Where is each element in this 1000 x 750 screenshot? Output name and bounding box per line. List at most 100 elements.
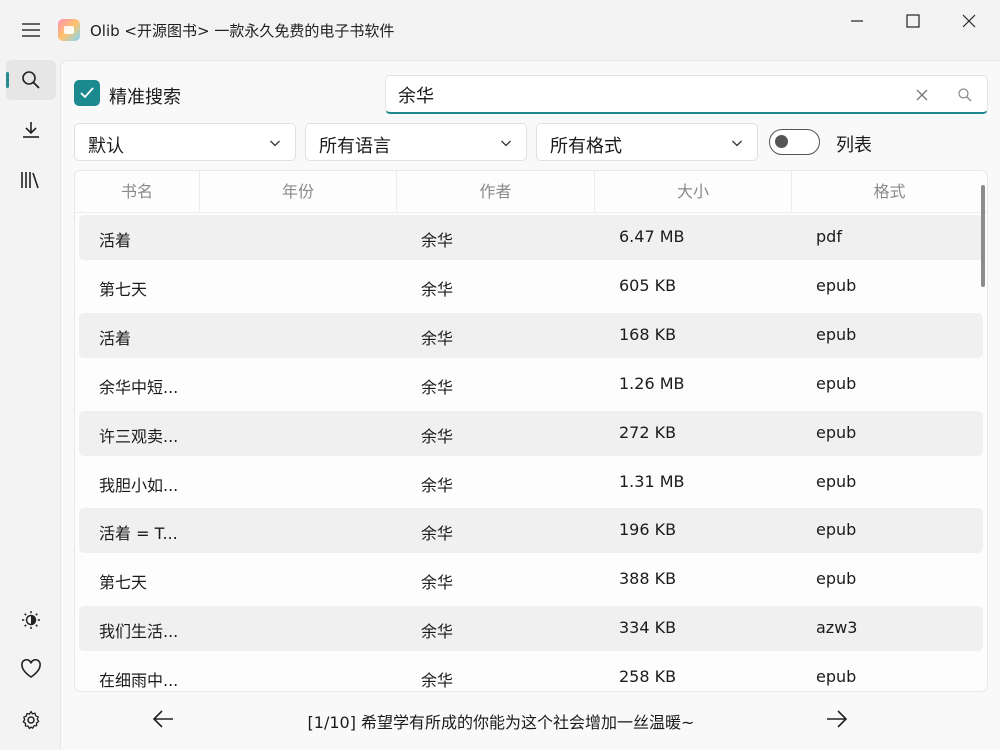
table-header: 书名 年份 作者 大小 格式	[75, 171, 987, 213]
table-scrollbar[interactable]	[981, 185, 985, 287]
sort-dropdown[interactable]: 默认	[74, 123, 296, 161]
clear-icon[interactable]	[913, 86, 931, 104]
sort-dropdown-value: 默认	[88, 136, 124, 157]
cell-name: 我胆小如...	[99, 475, 179, 495]
format-dropdown-value: 所有格式	[550, 136, 622, 157]
table-row[interactable]: 活着 余华 168 KB epub	[79, 312, 983, 358]
table-row[interactable]: 我们生活... 余华 334 KB azw3	[79, 606, 983, 652]
cell-name: 活着 = T...	[99, 524, 178, 544]
exact-search-checkbox[interactable]	[74, 80, 100, 106]
sidebar-item-downloads[interactable]	[6, 110, 56, 150]
next-page-icon[interactable]	[823, 706, 849, 732]
cell-author: 余华	[421, 426, 454, 446]
cell-format: epub	[816, 471, 857, 491]
format-dropdown[interactable]: 所有格式	[536, 123, 758, 161]
close-button[interactable]	[946, 6, 992, 36]
cell-author: 余华	[421, 671, 454, 691]
column-header-name[interactable]: 书名	[75, 171, 200, 213]
title-bar: Olib <开源图书> 一款永久免费的电子书软件	[0, 0, 1000, 60]
table-row[interactable]: 余华中短... 余华 1.26 MB epub	[79, 362, 983, 407]
footer-message: [1/10] 希望学有所成的你能为这个社会增加一丝温暖~	[307, 713, 695, 732]
window-title: Olib <开源图书> 一款永久免费的电子书软件	[90, 22, 395, 40]
cell-size: 168 KB	[619, 324, 677, 344]
cell-author: 余华	[421, 622, 454, 642]
column-header-year[interactable]: 年份	[200, 171, 397, 213]
menu-icon[interactable]	[14, 16, 48, 44]
chevron-down-icon	[269, 137, 281, 149]
search-submit-icon[interactable]	[956, 86, 974, 104]
download-icon	[21, 120, 41, 140]
results-table: 书名 年份 作者 大小 格式 活着 余华 6.47 MB pdf 第七天 余华 605 KB…	[74, 170, 988, 692]
search-box	[385, 75, 988, 114]
cell-format: epub	[816, 569, 857, 589]
cell-size: 605 KB	[619, 275, 677, 295]
checkmark-icon	[79, 86, 95, 100]
app-logo-icon	[58, 19, 80, 41]
chevron-down-icon	[731, 137, 743, 149]
table-row[interactable]: 在细雨中... 余华 258 KB epub	[79, 655, 983, 691]
sidebar	[0, 60, 60, 750]
cell-format: epub	[816, 422, 857, 442]
list-view-label: 列表	[836, 135, 872, 156]
gear-icon	[21, 710, 41, 730]
cell-format: epub	[816, 324, 857, 344]
heart-icon	[20, 659, 42, 679]
minimize-button[interactable]	[834, 6, 880, 36]
cell-name: 余华中短...	[99, 377, 179, 397]
chevron-down-icon	[500, 137, 512, 149]
cell-format: epub	[816, 667, 857, 687]
search-input[interactable]	[398, 82, 898, 108]
list-view-toggle[interactable]	[769, 129, 820, 155]
cell-author: 余华	[421, 279, 454, 299]
cell-format: epub	[816, 520, 857, 540]
sidebar-item-favorites[interactable]	[6, 649, 56, 689]
prev-page-icon[interactable]	[151, 706, 177, 732]
table-row[interactable]: 活着 = T... 余华 196 KB epub	[79, 508, 983, 554]
cell-name: 第七天	[99, 573, 148, 593]
cell-size: 196 KB	[619, 520, 677, 540]
cell-author: 余华	[421, 328, 454, 348]
exact-search-label: 精准搜索	[109, 87, 181, 108]
cell-author: 余华	[421, 475, 454, 495]
sidebar-item-settings[interactable]	[6, 700, 56, 740]
table-row[interactable]: 许三观卖... 余华 272 KB epub	[79, 410, 983, 456]
library-icon	[20, 170, 42, 190]
cell-name: 活着	[99, 328, 132, 348]
cell-size: 388 KB	[619, 569, 677, 589]
cell-size: 334 KB	[619, 618, 677, 638]
table-row[interactable]: 活着 余华 6.47 MB pdf	[79, 215, 983, 260]
cell-size: 1.26 MB	[619, 373, 685, 393]
cell-name: 活着	[99, 231, 132, 250]
search-icon	[21, 70, 41, 90]
sidebar-item-theme[interactable]	[6, 600, 56, 640]
table-row[interactable]: 第七天 余华 605 KB epub	[79, 264, 983, 309]
main-panel: 精准搜索 默认 所有语言 所有格式 列表 书名 年份 作者	[60, 60, 1000, 750]
cell-name: 许三观卖...	[99, 426, 179, 446]
sidebar-item-search[interactable]	[6, 60, 56, 100]
cell-format: pdf	[816, 227, 842, 246]
brightness-icon	[21, 610, 41, 630]
cell-format: azw3	[816, 618, 858, 638]
table-row[interactable]: 我胆小如... 余华 1.31 MB epub	[79, 460, 983, 505]
cell-size: 1.31 MB	[619, 471, 685, 491]
cell-name: 我们生活...	[99, 622, 179, 642]
column-header-author[interactable]: 作者	[397, 171, 595, 213]
cell-author: 余华	[421, 231, 454, 250]
cell-author: 余华	[421, 524, 454, 544]
cell-size: 258 KB	[619, 667, 677, 687]
toggle-knob	[775, 135, 788, 148]
language-dropdown-value: 所有语言	[319, 136, 391, 157]
table-row[interactable]: 第七天 余华 388 KB epub	[79, 557, 983, 602]
cell-author: 余华	[421, 573, 454, 593]
cell-name: 在细雨中...	[99, 671, 179, 691]
cell-size: 6.47 MB	[619, 227, 685, 246]
cell-size: 272 KB	[619, 422, 677, 442]
maximize-button[interactable]	[890, 6, 936, 36]
column-header-format[interactable]: 格式	[792, 171, 987, 213]
column-header-size[interactable]: 大小	[595, 171, 792, 213]
sidebar-item-library[interactable]	[6, 160, 56, 200]
language-dropdown[interactable]: 所有语言	[305, 123, 527, 161]
cell-name: 第七天	[99, 279, 148, 299]
cell-format: epub	[816, 373, 857, 393]
cell-author: 余华	[421, 377, 454, 397]
